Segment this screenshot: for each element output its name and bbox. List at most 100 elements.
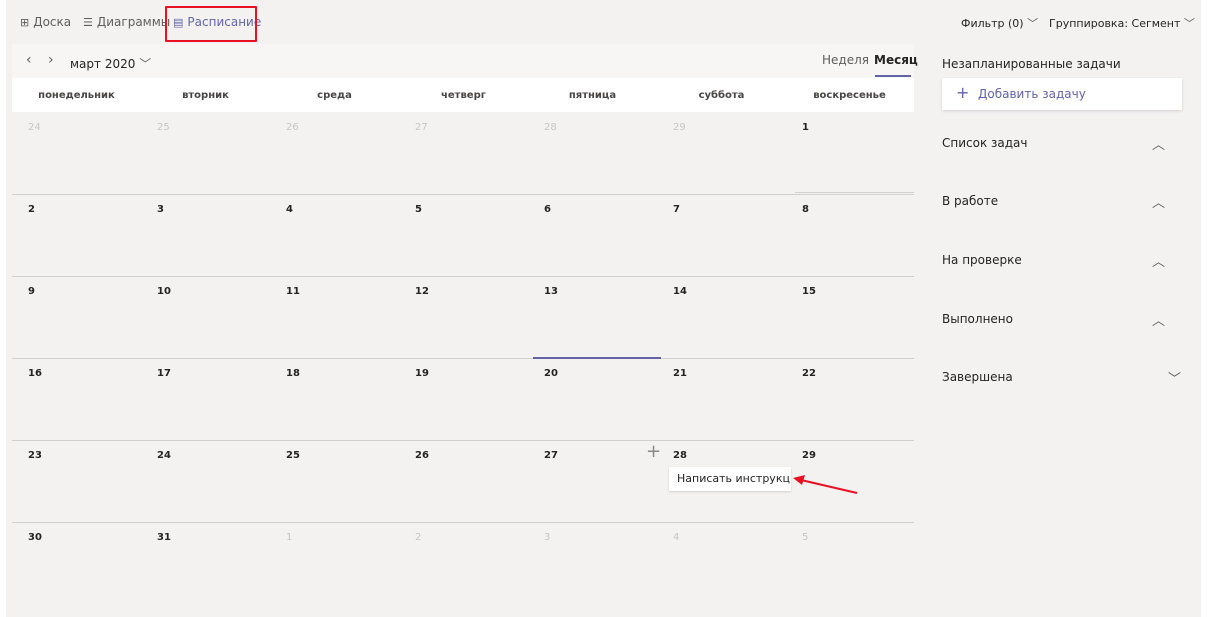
day-number: 29 <box>802 450 816 461</box>
day-cell[interactable]: 26 <box>270 112 399 194</box>
chevron-down-icon[interactable]: ﹀ <box>1168 368 1181 387</box>
day-cell[interactable]: 22 <box>786 358 915 440</box>
day-cell[interactable]: 13 <box>528 276 657 358</box>
day-cell[interactable]: 2 <box>399 522 528 604</box>
bucket-completed[interactable]: Завершена ﹀ <box>942 370 1182 390</box>
next-month-icon[interactable]: › <box>48 52 54 68</box>
day-cell[interactable]: 15 <box>786 276 915 358</box>
weekday-label: вторник <box>182 90 229 101</box>
day-cell[interactable]: 27 <box>528 440 657 522</box>
day-cell[interactable]: 24 <box>12 112 141 194</box>
day-cell[interactable]: 31 <box>141 522 270 604</box>
day-cell[interactable]: 16 <box>12 358 141 440</box>
day-cell[interactable]: 1 <box>270 522 399 604</box>
day-cell[interactable]: 8 <box>786 194 915 276</box>
day-number: 14 <box>673 286 687 297</box>
day-cell[interactable]: 10 <box>141 276 270 358</box>
day-number: 26 <box>415 450 429 461</box>
day-number: 13 <box>544 286 558 297</box>
highlight-box <box>165 6 257 42</box>
bucket-label: На проверке <box>942 253 1022 267</box>
day-number: 11 <box>286 286 300 297</box>
day-number: 15 <box>802 286 816 297</box>
annotation-arrow-icon <box>793 475 858 494</box>
bucket-task-list[interactable]: Список задач ︿ <box>942 136 1182 156</box>
tab-board-label: Доска <box>33 15 72 29</box>
day-number: 28 <box>673 450 687 461</box>
month-view-button[interactable]: Месяц <box>874 53 918 67</box>
weekday-label: пятница <box>568 90 617 101</box>
task-card[interactable]: Написать инструкц... <box>669 467 791 491</box>
day-cell[interactable]: 4 <box>657 522 786 604</box>
day-cell[interactable]: 18 <box>270 358 399 440</box>
active-view-indicator <box>875 75 911 77</box>
day-number: 1 <box>286 532 293 543</box>
weekday-label: воскресенье <box>813 90 886 101</box>
bucket-in-progress[interactable]: В работе ︿ <box>942 194 1182 214</box>
day-cell[interactable]: 3 <box>141 194 270 276</box>
day-number: 23 <box>28 450 42 461</box>
weekday-label: понедельник <box>38 90 115 101</box>
day-cell[interactable]: 14 <box>657 276 786 358</box>
day-cell[interactable]: 28 <box>528 112 657 194</box>
day-cell[interactable]: 17 <box>141 358 270 440</box>
day-cell[interactable]: 30 <box>12 522 141 604</box>
day-cell[interactable]: 7 <box>657 194 786 276</box>
calendar-header: ‹ › март 2020 ﹀ Неделя Месяц <box>12 44 918 78</box>
chevron-up-icon[interactable]: ︿ <box>1152 251 1165 270</box>
tab-charts[interactable]: ☰ Диаграммы <box>83 15 170 29</box>
day-cell[interactable]: 4 <box>270 194 399 276</box>
day-number: 16 <box>28 368 42 379</box>
tab-board[interactable]: ⊞ Доска <box>20 15 71 29</box>
day-number: 25 <box>286 450 300 461</box>
day-cell[interactable]: 25 <box>141 112 270 194</box>
add-task-plus-icon[interactable]: + <box>646 441 661 462</box>
month-picker[interactable]: март 2020 ﹀ <box>70 55 151 72</box>
day-cell[interactable]: 5 <box>786 522 915 604</box>
bucket-label: Завершена <box>942 370 1013 384</box>
day-cell[interactable]: 26 <box>399 440 528 522</box>
day-cell[interactable]: 23 <box>12 440 141 522</box>
day-number: 4 <box>286 204 293 215</box>
top-bar: ⊞ Доска ☰ Диаграммы ▤ Расписание Фильтр (0)… <box>6 0 1201 44</box>
chevron-up-icon[interactable]: ︿ <box>1152 134 1165 153</box>
day-cell[interactable]: 24 <box>141 440 270 522</box>
chevron-up-icon[interactable]: ︿ <box>1152 192 1165 211</box>
day-cell[interactable]: 25 <box>270 440 399 522</box>
day-cell[interactable]: 20 <box>528 358 657 440</box>
grouping-label: Группировка: Сегмент <box>1049 17 1181 30</box>
day-number: 4 <box>673 532 680 543</box>
bucket-review[interactable]: На проверке ︿ <box>942 253 1182 273</box>
day-cell[interactable]: 5 <box>399 194 528 276</box>
week-view-button[interactable]: Неделя <box>822 53 869 67</box>
day-cell[interactable]: 27 <box>399 112 528 194</box>
day-number: 27 <box>544 450 558 461</box>
grouping-button[interactable]: Группировка: Сегмент ﹀ <box>1049 15 1195 31</box>
bucket-done[interactable]: Выполнено ︿ <box>942 312 1182 332</box>
day-cell[interactable]: 21 <box>657 358 786 440</box>
day-cell[interactable]: 11 <box>270 276 399 358</box>
day-cell[interactable]: 6 <box>528 194 657 276</box>
day-number: 5 <box>415 204 422 215</box>
day-number: 17 <box>157 368 171 379</box>
plus-icon: + <box>956 83 970 102</box>
day-cell[interactable]: 19 <box>399 358 528 440</box>
day-cell[interactable]: 3 <box>528 522 657 604</box>
day-number: 24 <box>157 450 171 461</box>
day-number: 27 <box>415 122 428 133</box>
filter-button[interactable]: Фильтр (0) ﹀ <box>961 15 1038 31</box>
add-task-button[interactable]: + Добавить задачу <box>942 78 1182 110</box>
bucket-label: Список задач <box>942 136 1028 150</box>
unscheduled-panel: Незапланированные задачи + Добавить зада… <box>936 44 1186 444</box>
month-grid: 24 25 26 27 28 29 1 2 3 4 5 6 7 8 9 10 11 12 13 14 15 16 17 18 1… <box>12 112 914 605</box>
prev-month-icon[interactable]: ‹ <box>26 52 32 68</box>
day-cell[interactable]: 2 <box>12 194 141 276</box>
day-cell[interactable]: 12 <box>399 276 528 358</box>
day-number: 3 <box>157 204 164 215</box>
board-icon: ⊞ <box>20 16 30 29</box>
day-cell[interactable]: 29 <box>657 112 786 194</box>
day-cell[interactable]: 1 <box>786 112 915 194</box>
chevron-up-icon[interactable]: ︿ <box>1152 310 1165 329</box>
day-cell[interactable]: 9 <box>12 276 141 358</box>
day-number: 5 <box>802 532 809 543</box>
